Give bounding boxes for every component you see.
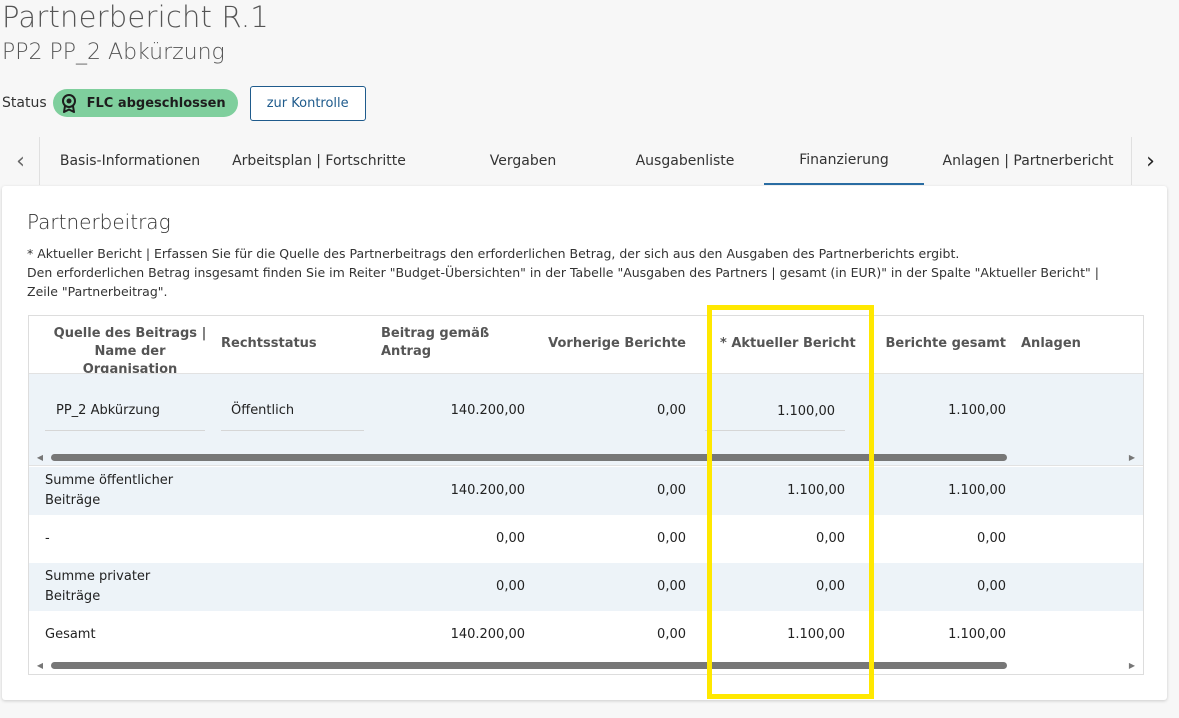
horizontal-scrollbar[interactable]: ◀ ▶ [29, 658, 1143, 672]
previous-cell: 0,00 [657, 403, 686, 418]
header-line: Beitrag gemäß [381, 326, 490, 341]
previous-cell: 0,00 [657, 579, 686, 594]
status-label: Status [2, 95, 47, 111]
row-divider [29, 465, 1143, 466]
total-cell: 1.100,00 [948, 627, 1006, 642]
total-cell: 0,00 [977, 531, 1006, 546]
chevron-right-icon[interactable]: › [1131, 137, 1169, 185]
summary-label: Gesamt [45, 627, 96, 642]
summary-label: Summe öffentlicher Beiträge [45, 471, 173, 511]
scroll-left-icon[interactable]: ◀ [33, 450, 47, 464]
chevron-left-icon[interactable]: ‹ [2, 137, 40, 185]
column-header-previous: Vorherige Berichte [548, 336, 686, 351]
tab-basis-informationen[interactable]: Basis-Informationen [40, 137, 220, 185]
tab-anlagen-partnerbericht[interactable]: Anlagen | Partnerbericht [924, 137, 1132, 185]
award-icon [61, 94, 76, 113]
column-header-current: * Aktueller Bericht [720, 336, 856, 351]
scroll-thumb[interactable] [51, 454, 1007, 461]
total-cell: 1.100,00 [948, 483, 1006, 498]
tab-ausgabenliste[interactable]: Ausgabenliste [606, 137, 764, 185]
column-header-amount: Beitrag gemäß Antrag [381, 325, 489, 361]
page-title: Partnerbericht R.1 [2, 0, 269, 34]
previous-cell: 0,00 [657, 483, 686, 498]
scroll-thumb[interactable] [51, 662, 1007, 669]
description-line: * Aktueller Bericht | Erfassen Sie für d… [27, 246, 960, 261]
amount-cell: 140.200,00 [450, 483, 525, 498]
section-title: Partnerbeitrag [27, 210, 171, 234]
amount-cell: 140.200,00 [450, 627, 525, 642]
horizontal-scrollbar[interactable]: ◀ ▶ [29, 450, 1143, 464]
page-subtitle: PP2 PP_2 Abkürzung [2, 40, 225, 65]
contribution-table: Quelle des Beitrags | Name der Organisat… [28, 315, 1144, 675]
status-badge: FLC abgeschlossen [52, 89, 238, 117]
previous-cell: 0,00 [657, 531, 686, 546]
total-cell: 1.100,00 [948, 403, 1006, 418]
column-header-source: Quelle des Beitrags | Name der Organisat… [45, 325, 215, 379]
source-name-cell[interactable]: PP_2 Abkürzung [56, 403, 160, 418]
column-header-legal: Rechtsstatus [221, 336, 317, 351]
current-cell: 0,00 [816, 531, 845, 546]
content-card: Partnerbeitrag * Aktueller Bericht | Erf… [2, 186, 1167, 700]
header-line: Antrag [381, 344, 432, 359]
description-line: Den erforderlichen Betrag insgesamt find… [27, 265, 1099, 280]
current-cell: 1.100,00 [787, 627, 845, 642]
scroll-right-icon[interactable]: ▶ [1125, 658, 1139, 672]
to-control-button[interactable]: zur Kontrolle [249, 85, 366, 121]
amount-cell: 140.200,00 [450, 403, 525, 418]
current-report-input[interactable]: 1.100,00 [719, 404, 835, 419]
row-divider [29, 373, 1143, 374]
section-description: * Aktueller Bericht | Erfassen Sie für d… [27, 244, 1157, 301]
current-cell: 1.100,00 [787, 483, 845, 498]
summary-label: Summe privater Beiträge [45, 567, 150, 607]
tab-finanzierung[interactable]: Finanzierung [764, 137, 924, 185]
column-header-total: Berichte gesamt [885, 336, 1006, 351]
field-underline [221, 430, 364, 431]
total-cell: 0,00 [977, 579, 1006, 594]
field-underline [705, 430, 845, 431]
label-line: Beiträge [45, 493, 101, 508]
summary-label: - [45, 531, 50, 546]
label-line: Beiträge [45, 589, 101, 604]
legal-status-cell[interactable]: Öffentlich [231, 403, 294, 418]
header-line: Quelle des Beitrags | [53, 326, 207, 341]
current-cell: 0,00 [816, 579, 845, 594]
tab-vergaben[interactable]: Vergaben [418, 137, 628, 185]
scroll-right-icon[interactable]: ▶ [1125, 450, 1139, 464]
status-badge-label: FLC abgeschlossen [86, 95, 226, 111]
label-line: Summe privater [45, 569, 151, 584]
column-header-attachments: Anlagen [1021, 336, 1081, 351]
field-underline [45, 430, 205, 431]
tab-arbeitsplan[interactable]: Arbeitsplan | Fortschritte [220, 137, 418, 185]
label-line: Summe öffentlicher [45, 473, 174, 488]
scroll-left-icon[interactable]: ◀ [33, 658, 47, 672]
amount-cell: 0,00 [496, 531, 525, 546]
status-row: Status FLC abgeschlossen zur Kontrolle [2, 85, 366, 121]
description-line: Zeile "Partnerbeitrag". [27, 284, 168, 299]
previous-cell: 0,00 [657, 627, 686, 642]
tab-bar: ‹ Basis-Informationen Arbeitsplan | Fort… [2, 137, 1167, 186]
amount-cell: 0,00 [496, 579, 525, 594]
